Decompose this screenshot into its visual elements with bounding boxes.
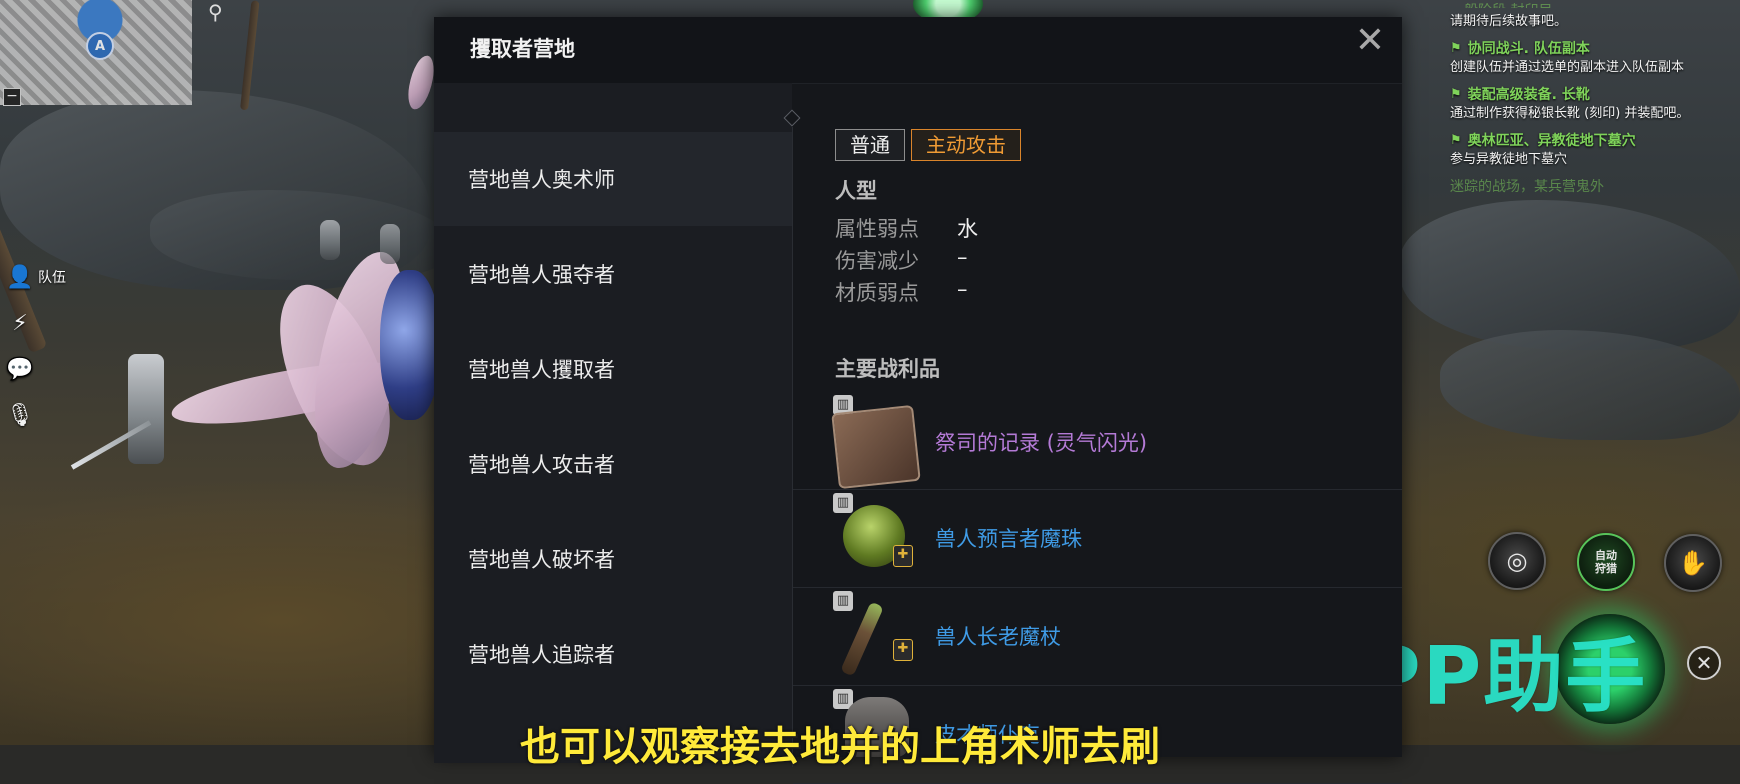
blue-crystal bbox=[380, 270, 440, 420]
quest-tracker: 一般阶段 封印目 请期待后续故事吧。 ⚑ 协同战斗. 队伍副本 创建队伍并通过选单… bbox=[1450, 0, 1740, 194]
tab-normal[interactable]: 普通 bbox=[835, 129, 905, 161]
attribute-row: 属性弱点 水 bbox=[835, 213, 978, 243]
staff-icon bbox=[840, 601, 884, 677]
attribute-row: 材质弱点 – bbox=[835, 277, 968, 307]
monster-detail: 普通 主动攻击 人型 属性弱点 水 伤害减少 – 材质弱点 – 主要战利品 ▥ … bbox=[793, 83, 1402, 784]
shield-icon: ✚ bbox=[893, 545, 913, 567]
attribute-value: – bbox=[957, 245, 968, 269]
interact-hand-button[interactable]: ✋ bbox=[1664, 534, 1722, 592]
tab-aggressive[interactable]: 主动攻击 bbox=[911, 129, 1021, 161]
loot-title: 主要战利品 bbox=[835, 357, 940, 381]
chat-icon: 💬 bbox=[6, 356, 34, 382]
quest-desc: 参与异教徒地下墓穴 bbox=[1450, 152, 1568, 167]
quest-desc: 创建队伍并通过选单的副本进入队伍副本 bbox=[1450, 60, 1685, 75]
ruins-rock bbox=[1440, 330, 1740, 440]
quest-title: 奥林匹亚、异教徒地下墓穴 bbox=[1467, 133, 1636, 149]
quest-item[interactable]: ⚑ 协同战斗. 队伍副本 创建队伍并通过选单的副本进入队伍副本 bbox=[1450, 38, 1740, 78]
enemy-orc[interactable] bbox=[320, 220, 340, 260]
minimap[interactable]: A − bbox=[0, 0, 192, 106]
auto-hunt-label: 自动狩猎 bbox=[1595, 549, 1617, 575]
quest-title: 装配高级装备. 长靴 bbox=[1467, 87, 1590, 103]
monster-list-item[interactable]: 营地兽人追踪者 bbox=[434, 607, 792, 701]
loot-item[interactable]: ▥ 祭司的记录 (灵气闪光) bbox=[793, 391, 1402, 490]
loot-item[interactable]: ▥ ✚ 兽人长老魔杖 bbox=[793, 587, 1402, 686]
panel-title: 攫取者营地 bbox=[470, 37, 575, 61]
quest-desc: 通过制作获得秘银长靴 (刻印) 并装配吧。 bbox=[1450, 106, 1690, 121]
monster-list-item[interactable]: 营地兽人破坏者 bbox=[434, 512, 792, 606]
energy-button[interactable]: ⚡ bbox=[6, 308, 66, 338]
party-label: 队伍 bbox=[38, 270, 66, 286]
monster-list: 营地兽人奥术师 营地兽人强夺者 营地兽人攫取者 营地兽人攻击者 营地兽人破坏者 … bbox=[434, 83, 792, 763]
party-button[interactable]: 👤 队伍 bbox=[6, 262, 66, 292]
loot-name: 兽人长老魔杖 bbox=[935, 625, 1061, 649]
monster-list-item[interactable]: 营地兽人攻击者 bbox=[434, 417, 792, 511]
loot-name: 兽人预言者魔珠 bbox=[935, 527, 1082, 551]
attack-type-tabs: 普通 主动攻击 bbox=[835, 129, 1021, 161]
microphone-icon: 🎙 bbox=[6, 402, 34, 428]
flag-icon: ⚑ bbox=[1450, 86, 1462, 102]
dead-tree bbox=[240, 0, 260, 111]
watermark-logo: PP助手 bbox=[1362, 630, 1648, 723]
quest-item[interactable]: 请期待后续故事吧。 bbox=[1450, 12, 1740, 32]
attribute-key: 伤害减少 bbox=[835, 249, 919, 273]
quest-desc: 请期待后续故事吧。 bbox=[1450, 14, 1568, 29]
attribute-value: – bbox=[957, 277, 968, 301]
attribute-key: 属性弱点 bbox=[835, 217, 919, 241]
video-subtitle: 也可以观察接去地并的上角术师去刷 bbox=[520, 724, 1160, 770]
auto-hunt-button[interactable]: 自动狩猎 bbox=[1577, 533, 1635, 591]
flower-bud bbox=[405, 53, 437, 112]
attribute-value: 水 bbox=[957, 217, 978, 241]
player-knight bbox=[128, 354, 164, 464]
lightning-icon: ⚡ bbox=[12, 310, 28, 336]
waypoint-pin-icon[interactable]: ⚲ bbox=[208, 0, 223, 24]
player-marker-icon: A bbox=[86, 32, 114, 60]
close-icon: ✕ bbox=[1354, 20, 1386, 61]
voice-button[interactable]: 🎙 bbox=[6, 400, 66, 430]
monster-info-panel: 攫取者营地 ✕ 营地兽人奥术师 营地兽人强夺者 营地兽人攫取者 营地兽人攻击者 … bbox=[434, 17, 1402, 784]
quest-title-partial[interactable]: 迷踪的战场，某兵营鬼外 bbox=[1450, 176, 1740, 194]
minimap-collapse-button[interactable]: − bbox=[3, 88, 21, 106]
chat-button[interactable]: 💬 bbox=[6, 354, 66, 384]
monster-list-item[interactable]: 营地兽人奥术师 bbox=[434, 132, 792, 226]
tome-icon bbox=[831, 404, 921, 490]
left-quick-menu: 👤 队伍 ⚡ 💬 🎙 bbox=[6, 262, 66, 430]
quest-title: 协同战斗. 队伍副本 bbox=[1467, 41, 1590, 57]
hand-icon: ✋ bbox=[1678, 549, 1708, 577]
skill-target-button[interactable]: ◎ bbox=[1488, 532, 1546, 590]
race-title: 人型 bbox=[835, 179, 877, 203]
party-icon: 👤 bbox=[6, 264, 34, 290]
quest-item[interactable]: ⚑ 装配高级装备. 长靴 通过制作获得秘银长靴 (刻印) 并装配吧。 bbox=[1450, 84, 1740, 124]
attribute-key: 材质弱点 bbox=[835, 281, 919, 305]
panel-close-button[interactable]: ✕ bbox=[1350, 21, 1390, 61]
book-icon: ▥ bbox=[833, 591, 853, 611]
close-icon: ✕ bbox=[1695, 651, 1713, 675]
enemy-orc[interactable] bbox=[380, 224, 400, 264]
quest-item[interactable]: ⚑ 奥林匹亚、异教徒地下墓穴 参与异教徒地下墓穴 bbox=[1450, 130, 1740, 170]
monster-list-item[interactable]: 营地兽人攫取者 bbox=[434, 322, 792, 416]
quest-title-partial[interactable]: 一般阶段 封印目 bbox=[1450, 0, 1740, 8]
book-icon: ▥ bbox=[833, 493, 853, 513]
flag-icon: ⚑ bbox=[1450, 132, 1462, 148]
flag-icon: ⚑ bbox=[1450, 40, 1462, 56]
loot-item[interactable]: ▥ ✚ 兽人预言者魔珠 bbox=[793, 489, 1402, 588]
monster-list-item[interactable]: 营地兽人强夺者 bbox=[434, 227, 792, 321]
panel-header: 攫取者营地 ✕ bbox=[434, 17, 1402, 84]
target-spiral-icon: ◎ bbox=[1506, 547, 1528, 575]
shield-icon: ✚ bbox=[893, 639, 913, 661]
attribute-row: 伤害减少 – bbox=[835, 245, 968, 275]
loot-name: 祭司的记录 (灵气闪光) bbox=[935, 431, 1148, 455]
close-circle-button[interactable]: ✕ bbox=[1687, 646, 1721, 680]
cliff-rock bbox=[1400, 200, 1740, 350]
